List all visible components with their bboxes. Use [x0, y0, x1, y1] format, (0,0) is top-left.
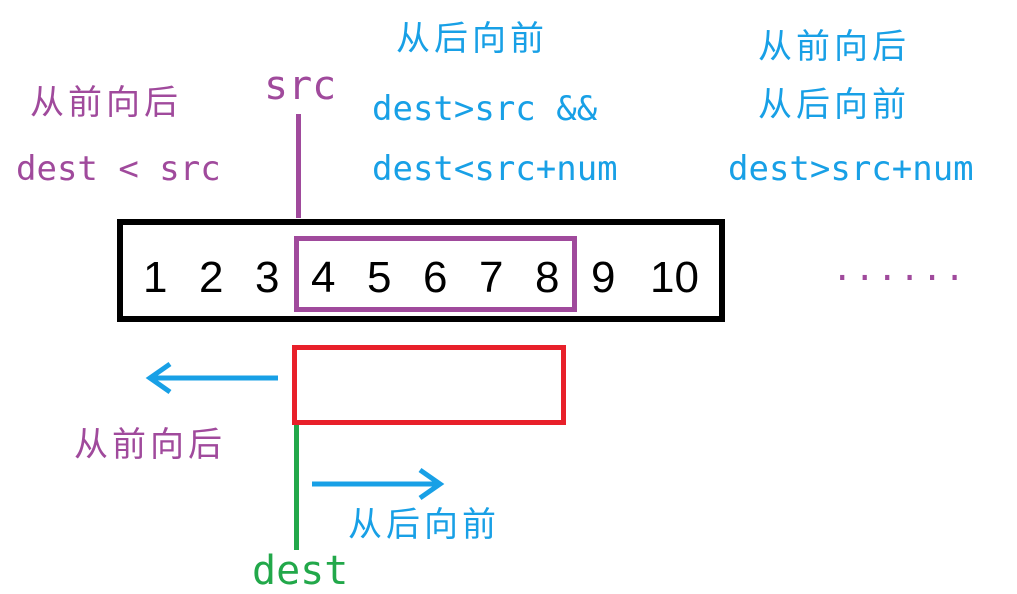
- right-arrow-icon: [312, 467, 445, 501]
- arrow-right-label: 从后向前: [348, 505, 500, 545]
- arrow-left-label: 从前向后: [74, 425, 226, 465]
- left-arrow-icon: [145, 361, 278, 395]
- arrows: [145, 361, 445, 501]
